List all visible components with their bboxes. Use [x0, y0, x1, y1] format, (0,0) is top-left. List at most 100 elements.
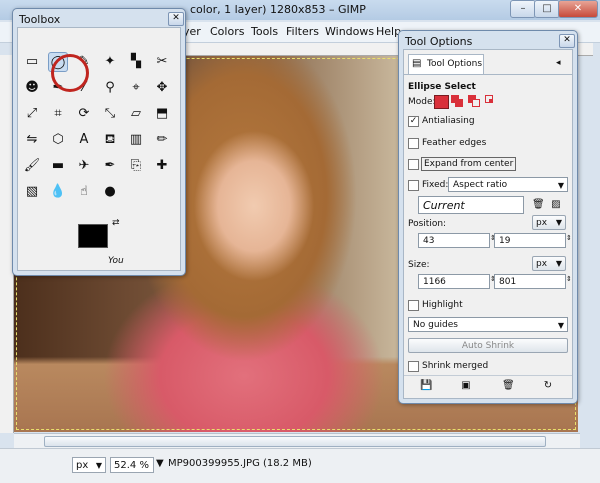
- chevron-down-icon: ▼: [557, 181, 564, 190]
- tab-menu-icon[interactable]: ◂: [556, 58, 561, 68]
- smudge-icon[interactable]: ☝: [74, 182, 94, 202]
- shrink-merged-label: Shrink merged: [422, 361, 489, 371]
- tool-options-close-button[interactable]: ✕: [559, 34, 575, 48]
- highlight-checkbox[interactable]: [408, 300, 419, 311]
- feather-edges-checkbox[interactable]: [408, 138, 419, 149]
- zoom-dropdown-icon[interactable]: ▼: [156, 458, 164, 469]
- position-y-spin-icon[interactable]: ⇕: [566, 234, 572, 242]
- highlight-label: Highlight: [422, 300, 463, 310]
- menu-tools[interactable]: Tools: [251, 25, 278, 38]
- tool-heading: Ellipse Select: [408, 82, 476, 92]
- toolbox-dialog: Toolbox ✕ ▭ ◯ ✎ ✦ ▚ ✂ ☻ ✒ ⁄ ⚲ ⌖ ✥ ⤢ ⌗ ⟳ ⤡ ▱ ⬒ ⇋ ⬡ A ⛾ ▥ ✏ 🖌 ▬ ✈ ✒ ⎘ ✚…: [12, 8, 186, 276]
- scale-icon[interactable]: ⤡: [100, 104, 120, 124]
- text-icon[interactable]: A: [74, 130, 94, 150]
- chevron-down-icon: ▼: [555, 259, 562, 268]
- crop-icon[interactable]: ⌗: [48, 104, 68, 124]
- delete-options-icon[interactable]: 🗑: [502, 380, 515, 392]
- tab-label: Tool Options: [427, 59, 483, 69]
- foreground-select-icon[interactable]: ☻: [22, 78, 42, 98]
- close-button[interactable]: ✕: [558, 0, 598, 18]
- clone-icon[interactable]: ⎘: [126, 156, 146, 176]
- eraser-icon[interactable]: ▬: [48, 156, 68, 176]
- flip-icon[interactable]: ⇋: [22, 130, 42, 150]
- tool-options-title: Tool Options: [405, 35, 473, 48]
- maximize-button[interactable]: □: [534, 0, 560, 18]
- measure-icon[interactable]: ⌖: [126, 78, 146, 98]
- chevron-down-icon: ▼: [555, 218, 562, 227]
- mode-subtract-button[interactable]: [468, 95, 481, 107]
- shrink-merged-checkbox[interactable]: [408, 361, 419, 372]
- save-options-icon[interactable]: 💾: [420, 380, 432, 392]
- rect-select-icon[interactable]: ▭: [22, 52, 42, 72]
- menu-filters[interactable]: Filters: [286, 25, 319, 38]
- airbrush-icon[interactable]: ✈: [74, 156, 94, 176]
- swap-colors-icon[interactable]: ⇄: [112, 218, 120, 228]
- blur-icon[interactable]: 💧: [48, 182, 68, 202]
- horizontal-scrollbar[interactable]: [14, 433, 580, 448]
- reset-options-icon[interactable]: ↻: [542, 380, 554, 392]
- mode-replace-button[interactable]: [434, 95, 449, 109]
- heal-icon[interactable]: ✚: [152, 156, 172, 176]
- mode-add-button[interactable]: [451, 95, 464, 107]
- mode-intersect-button[interactable]: [485, 95, 498, 107]
- mode-label: Mode:: [408, 97, 436, 107]
- guides-value: No guides: [413, 320, 458, 330]
- restore-options-icon[interactable]: ▣: [460, 380, 472, 392]
- dodge-burn-icon[interactable]: ●: [100, 182, 120, 202]
- zoom-value: 52.4 %: [114, 460, 149, 471]
- toolbox-caption: You: [108, 256, 124, 266]
- fixed-select[interactable]: Aspect ratio ▼: [448, 177, 568, 192]
- position-unit-select[interactable]: px ▼: [532, 215, 566, 230]
- menu-windows[interactable]: Windows: [325, 25, 374, 38]
- ink-icon[interactable]: ✒: [100, 156, 120, 176]
- minimize-button[interactable]: –: [510, 0, 536, 18]
- tab-tool-options[interactable]: ▤ Tool Options: [408, 54, 484, 75]
- position-y-input[interactable]: 19: [494, 233, 566, 248]
- size-height-input[interactable]: 801: [494, 274, 566, 289]
- blend-icon[interactable]: ▥: [126, 130, 146, 150]
- position-x-input[interactable]: 43: [418, 233, 490, 248]
- statusbar: px ▼ 52.4 % ▼ MP900399955.JPG (18.2 MB): [0, 448, 600, 483]
- unit-value: px: [76, 460, 89, 471]
- current-ratio-input[interactable]: Current: [418, 196, 524, 214]
- size-label: Size:: [408, 260, 430, 270]
- fuzzy-select-icon[interactable]: ✦: [100, 52, 120, 72]
- size-width-input[interactable]: 1166: [418, 274, 490, 289]
- position-unit-value: px: [536, 218, 548, 228]
- size-height-spin-icon[interactable]: ⇕: [566, 275, 572, 283]
- foreground-color-swatch[interactable]: [78, 224, 108, 248]
- fixed-value: Aspect ratio: [453, 180, 508, 190]
- menu-colors[interactable]: Colors: [210, 25, 244, 38]
- move-icon[interactable]: ✥: [152, 78, 172, 98]
- zoom-icon[interactable]: ⚲: [100, 78, 120, 98]
- fixed-label: Fixed:: [422, 180, 449, 190]
- toolbox-body: ▭ ◯ ✎ ✦ ▚ ✂ ☻ ✒ ⁄ ⚲ ⌖ ✥ ⤢ ⌗ ⟳ ⤡ ▱ ⬒ ⇋ ⬡ A ⛾ ▥ ✏ 🖌 ▬ ✈ ✒ ⎘ ✚ ▧ 💧 ☝ ● ⇄ You: [17, 27, 181, 271]
- tool-options-tab-icon: ▤: [412, 58, 422, 69]
- size-unit-select[interactable]: px ▼: [532, 256, 566, 271]
- tool-options-dialog: Tool Options ✕ ▤ Tool Options ◂ Ellipse …: [398, 30, 578, 404]
- perspective-clone-icon[interactable]: ▧: [22, 182, 42, 202]
- cage-icon[interactable]: ⬡: [48, 130, 68, 150]
- scrollbar-thumb[interactable]: [44, 436, 546, 447]
- rotate-icon[interactable]: ⟳: [74, 104, 94, 124]
- pencil-icon[interactable]: ✏: [152, 130, 172, 150]
- antialiasing-label: Antialiasing: [422, 116, 475, 126]
- select-by-color-icon[interactable]: ▚: [126, 52, 146, 72]
- toolbox-title: Toolbox: [19, 13, 61, 26]
- image-icon[interactable]: ▨: [550, 199, 562, 211]
- trash-icon[interactable]: 🗑: [532, 199, 545, 211]
- bucket-fill-icon[interactable]: ⛾: [100, 130, 120, 150]
- align-icon[interactable]: ⤢: [22, 104, 42, 124]
- expand-from-center-checkbox[interactable]: [408, 159, 419, 170]
- fixed-checkbox[interactable]: [408, 180, 419, 191]
- unit-select[interactable]: px ▼: [72, 457, 106, 473]
- auto-shrink-button[interactable]: Auto Shrink: [408, 338, 568, 353]
- scissors-icon[interactable]: ✂: [152, 52, 172, 72]
- zoom-select[interactable]: 52.4 %: [110, 457, 154, 473]
- guides-select[interactable]: No guides ▼: [408, 317, 568, 332]
- paintbrush-icon[interactable]: 🖌: [22, 156, 42, 176]
- shear-icon[interactable]: ▱: [126, 104, 146, 124]
- perspective-icon[interactable]: ⬒: [152, 104, 172, 124]
- toolbox-close-button[interactable]: ✕: [168, 12, 184, 26]
- antialiasing-checkbox[interactable]: ✓: [408, 116, 419, 127]
